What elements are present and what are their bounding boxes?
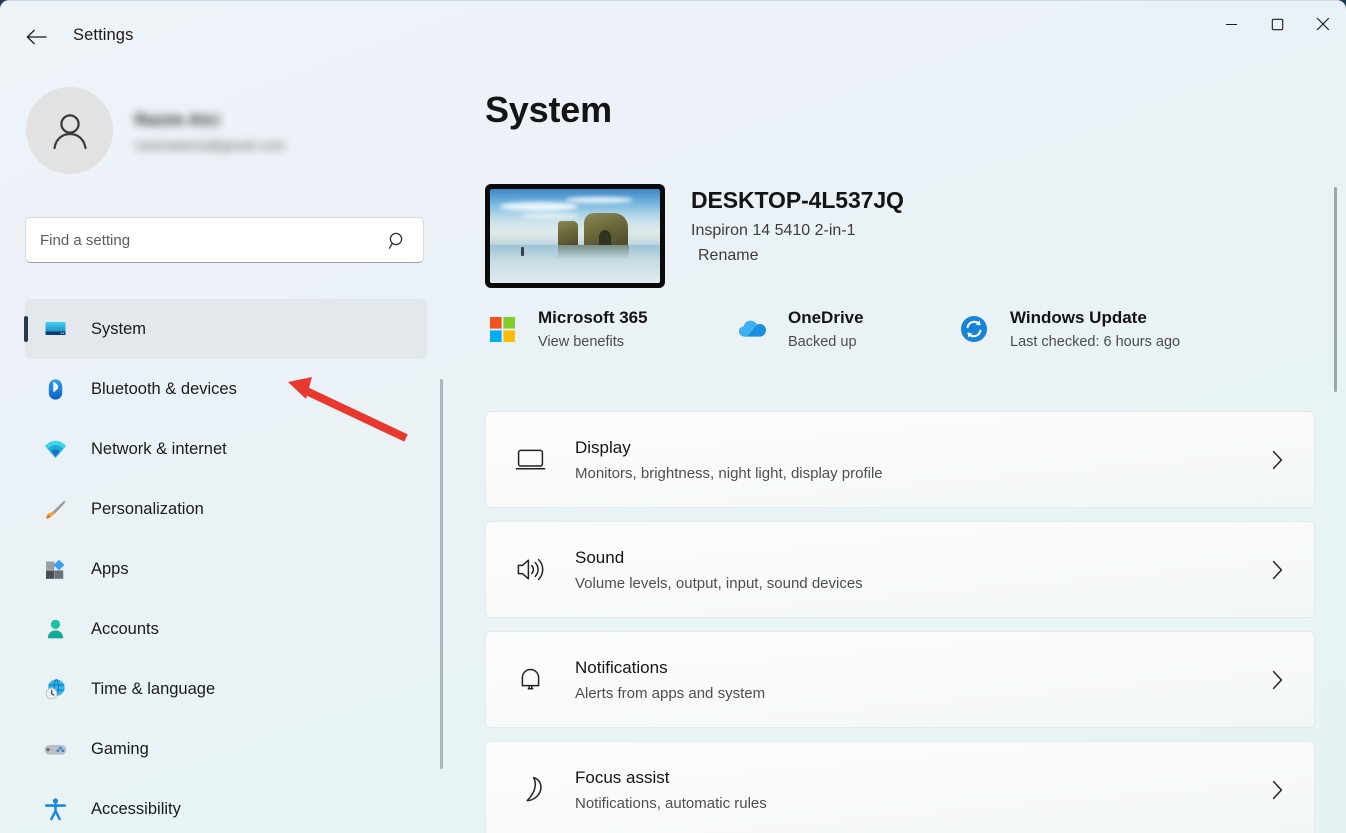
status-title: Microsoft 365 [538, 308, 648, 327]
sidebar-item-label: Network & internet [91, 439, 227, 458]
main-scrollbar[interactable] [1334, 187, 1337, 392]
close-button[interactable] [1300, 1, 1346, 47]
chevron-right-icon [1271, 780, 1284, 800]
avatar [26, 87, 113, 174]
sidebar-item-label: Personalization [91, 499, 204, 518]
account-name: Rasim Atci [135, 112, 221, 129]
sidebar-item-time-language[interactable]: Time & language [25, 659, 427, 719]
sidebar-item-label: System [91, 319, 147, 338]
settings-card-display[interactable]: Display Monitors, brightness, night ligh… [485, 411, 1315, 508]
card-title: Notifications [575, 657, 668, 677]
back-button[interactable] [18, 20, 54, 54]
sidebar-item-label: Apps [91, 559, 129, 578]
monitor-icon [41, 315, 69, 343]
sidebar-item-label: Accessibility [91, 799, 181, 818]
sidebar-item-gaming[interactable]: Gaming [25, 719, 427, 779]
speaker-icon [513, 553, 547, 587]
card-subtitle: Notifications, automatic rules [575, 794, 767, 812]
moon-icon [513, 773, 547, 807]
rename-link[interactable]: Rename [698, 247, 904, 265]
card-title: Sound [575, 547, 625, 567]
device-name: DESKTOP-4L537JQ [691, 187, 904, 213]
sidebar-scrollbar[interactable] [440, 379, 443, 769]
bluetooth-icon [41, 375, 69, 403]
sidebar-item-personalization[interactable]: Personalization [25, 479, 427, 539]
paintbrush-icon [41, 495, 69, 523]
search-input[interactable] [26, 231, 388, 249]
status-row: Microsoft 365 View benefits OneDrive Bac… [485, 308, 1305, 350]
window-title: Settings [73, 26, 134, 44]
person-icon [41, 615, 69, 643]
active-indicator [24, 316, 28, 342]
sidebar-item-network-internet[interactable]: Network & internet [25, 419, 427, 479]
page-title: System [485, 89, 612, 130]
gamepad-icon [41, 735, 69, 763]
display-monitor-icon [513, 443, 547, 477]
status-item-onedrive[interactable]: OneDrive Backed up [735, 308, 957, 350]
wifi-icon [41, 435, 69, 463]
maximize-button[interactable] [1254, 1, 1300, 47]
account-card[interactable]: Rasim Atci rasimatanis@gmail.com [26, 87, 286, 174]
status-subtitle: View benefits [538, 334, 624, 350]
chevron-right-icon [1271, 450, 1284, 470]
sidebar-item-accounts[interactable]: Accounts [25, 599, 427, 659]
sidebar-item-system[interactable]: System [24, 299, 427, 359]
status-item-microsoft-365[interactable]: Microsoft 365 View benefits [485, 308, 735, 350]
settings-card-notifications[interactable]: Notifications Alerts from apps and syste… [485, 631, 1315, 728]
settings-card-focus-assist[interactable]: Focus assist Notifications, automatic ru… [485, 741, 1315, 833]
sidebar-item-label: Gaming [91, 739, 149, 758]
chevron-right-icon [1271, 560, 1284, 580]
apps-blocks-icon [41, 555, 69, 583]
globe-clock-icon [41, 675, 69, 703]
device-model: Inspiron 14 5410 2-in-1 [691, 222, 856, 239]
search-icon [388, 231, 423, 250]
settings-window: Settings Rasim Atci rasimatanis@gmail.co… [0, 0, 1346, 833]
account-email: rasimatanis@gmail.com [135, 138, 286, 153]
sidebar: Rasim Atci rasimatanis@gmail.com Find a … [0, 74, 452, 833]
main-content: System DESKTOP-4L537JQ Inspiron 14 5410 [452, 74, 1346, 833]
sidebar-item-label: Time & language [91, 679, 216, 698]
card-title: Focus assist [575, 767, 670, 787]
status-title: OneDrive [788, 308, 864, 327]
window-controls [1208, 1, 1346, 47]
sidebar-item-label: Bluetooth & devices [91, 379, 237, 398]
minimize-button[interactable] [1208, 1, 1254, 47]
card-subtitle: Volume levels, output, input, sound devi… [575, 574, 863, 592]
status-subtitle: Last checked: 6 hours ago [1010, 334, 1181, 350]
accessibility-icon [41, 795, 69, 823]
sidebar-item-accessibility[interactable]: Accessibility [25, 779, 427, 833]
onedrive-cloud-icon [735, 312, 769, 346]
sidebar-item-label: Accounts [91, 619, 159, 638]
windows-update-sync-icon [957, 312, 991, 346]
device-wallpaper-thumbnail [485, 184, 665, 288]
card-subtitle: Monitors, brightness, night light, displ… [575, 464, 883, 482]
title-bar: Settings [0, 1, 1346, 74]
status-item-windows-update[interactable]: Windows Update Last checked: 6 hours ago [957, 308, 1180, 350]
search-box[interactable] [25, 217, 424, 263]
navigation-list: System Bluetooth & devices Network & int… [0, 299, 452, 833]
status-subtitle: Backed up [788, 334, 857, 350]
settings-cards: Display Monitors, brightness, night ligh… [485, 411, 1315, 833]
card-title: Display [575, 437, 631, 457]
status-title: Windows Update [1010, 308, 1147, 327]
device-summary: DESKTOP-4L537JQ Inspiron 14 5410 2-in-1 … [485, 184, 904, 288]
card-subtitle: Alerts from apps and system [575, 684, 766, 702]
settings-card-sound[interactable]: Sound Volume levels, output, input, soun… [485, 521, 1315, 618]
sidebar-item-apps[interactable]: Apps [25, 539, 427, 599]
microsoft-logo-icon [485, 312, 519, 346]
bell-icon [513, 663, 547, 697]
sidebar-item-bluetooth-devices[interactable]: Bluetooth & devices [25, 359, 427, 419]
chevron-right-icon [1271, 670, 1284, 690]
